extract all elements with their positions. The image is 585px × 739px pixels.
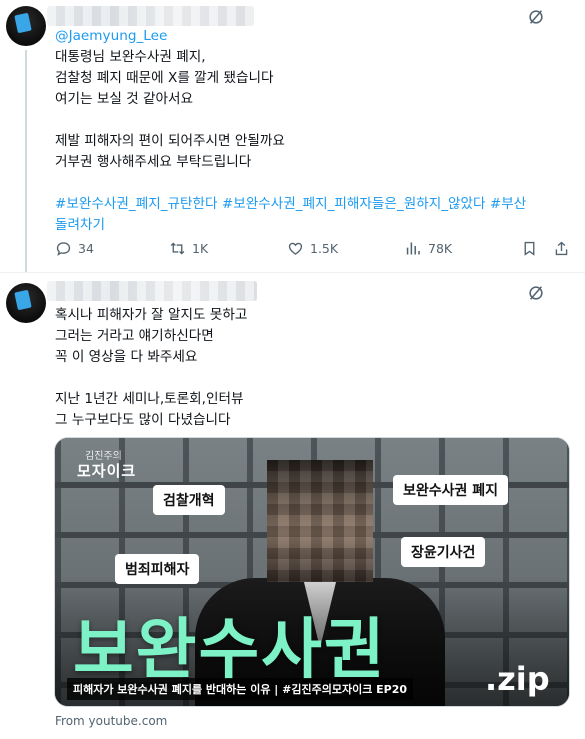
tweet-text: @Jaemyung_Lee 대통령님 보완수사권 폐지, 검찰청 폐지 때문에 …	[55, 26, 526, 236]
tweet-text: 혹시나 피해자가 잘 알지도 못하고 그러는 거라고 얘기하신다면 꼭 이 영상…	[55, 305, 247, 431]
tag-prosecution-reform: 검찰개혁	[153, 485, 225, 515]
tweet-line	[55, 110, 526, 131]
repost-count: 1K	[192, 241, 209, 256]
tweet-line	[55, 173, 526, 194]
tag-jangyun-case: 장윤기사건	[401, 537, 486, 567]
reply-count: 34	[78, 241, 94, 256]
tweet-line: 그 누구보다도 많이 다녔습니다	[55, 412, 231, 428]
tweet-line	[55, 368, 247, 389]
avatar-image	[14, 12, 32, 34]
avatar-image	[14, 289, 32, 311]
tweet-line: 제발 피해자의 편이 되어주시면 안될까요	[55, 133, 285, 149]
tweet-line: 그러는 거라고 얘기하신다면	[55, 328, 214, 344]
thread-connector	[25, 50, 27, 272]
share-icon[interactable]	[553, 240, 570, 257]
grok-slash-icon[interactable]	[527, 284, 545, 302]
series-logo-small: 김진주의	[85, 451, 122, 462]
bookmark-icon[interactable]	[521, 240, 538, 257]
tweet-actions: 34 1K 1.5K 78K	[55, 240, 575, 260]
video-card[interactable]: 김진주의 모자이크 검찰개혁 범죄피해자 보완수사권 폐지 장윤기사건 보완수사…	[54, 437, 570, 707]
tweet-line: 꼭 이 영상을 다 봐주세요	[55, 349, 198, 365]
tag-abolish-supplementary: 보완수사권 폐지	[393, 475, 509, 505]
tag-crime-victim: 범죄피해자	[115, 554, 200, 584]
tweet-line: 거부권 행사해주세요 부탁드립니다	[55, 154, 252, 170]
grok-slash-icon[interactable]	[527, 8, 545, 26]
video-caption: 피해자가 보완수사권 폐지를 반대하는 이유 | #김진주의모자이크 EP20	[67, 678, 414, 700]
tweet-1: @Jaemyung_Lee 대통령님 보완수사권 폐지, 검찰청 폐지 때문에 …	[0, 0, 585, 272]
views-bar-chart-icon	[406, 242, 420, 255]
author-name-blurred[interactable]	[47, 6, 254, 26]
like-count: 1.5K	[310, 241, 339, 256]
tweet-line: 혹시나 피해자가 잘 알지도 못하고	[55, 307, 248, 323]
like-button[interactable]: 1.5K	[287, 240, 338, 257]
mention-link[interactable]: @Jaemyung_Lee	[55, 26, 526, 47]
author-name-blurred[interactable]	[47, 281, 257, 301]
tweet-line: 지난 1년간 세미나,토론회,인터뷰	[55, 391, 244, 407]
repost-button[interactable]: 1K	[169, 240, 208, 257]
repost-icon	[170, 242, 185, 255]
series-logo: 김진주의 모자이크	[77, 450, 137, 480]
link-source[interactable]: From youtube.com	[55, 714, 167, 728]
reply-icon	[56, 242, 71, 256]
avatar[interactable]	[6, 6, 46, 46]
reply-button[interactable]: 34	[55, 240, 94, 257]
heart-icon	[288, 242, 303, 255]
mosaic-face	[267, 460, 373, 582]
hashtag-links[interactable]: #보완수사권_폐지_규탄한다 #보완수사권_폐지_피해자들은_원하지_않았다 #…	[55, 194, 526, 215]
series-logo-big: 모자이크	[77, 462, 137, 480]
tweet-line: 대통령님 보완수사권 폐지,	[55, 49, 206, 65]
views-button[interactable]: 78K	[405, 240, 452, 257]
video-title-suffix: .zip	[485, 660, 550, 698]
avatar[interactable]	[6, 283, 46, 323]
hashtag-links[interactable]: 돌려차기	[55, 215, 526, 236]
tweet-line: 여기는 보실 것 같아서요	[55, 91, 194, 107]
view-count: 78K	[428, 241, 453, 256]
tweet-line: 검찰청 폐지 때문에 X를 깔게 됐습니다	[55, 70, 274, 86]
